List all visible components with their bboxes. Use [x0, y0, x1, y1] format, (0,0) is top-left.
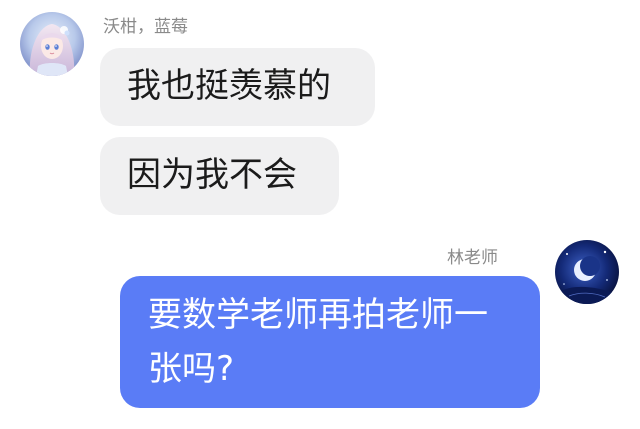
moon-night-avatar-icon[interactable] — [555, 240, 619, 304]
message-bubble-incoming[interactable]: 我也挺羡慕的 — [100, 48, 375, 126]
chat-window: 沃柑，蓝莓 我也挺羡慕的 因为我不会 林老师 要数学老师再拍老师一张吗? — [0, 0, 640, 429]
message-bubble-outgoing[interactable]: 要数学老师再拍老师一张吗? — [120, 276, 540, 408]
sender-name-left: 沃柑，蓝莓 — [103, 17, 188, 37]
anime-girl-avatar-icon[interactable] — [20, 12, 84, 76]
message-bubble-incoming[interactable]: 因为我不会 — [100, 137, 339, 215]
sender-name-right: 林老师 — [447, 248, 498, 268]
